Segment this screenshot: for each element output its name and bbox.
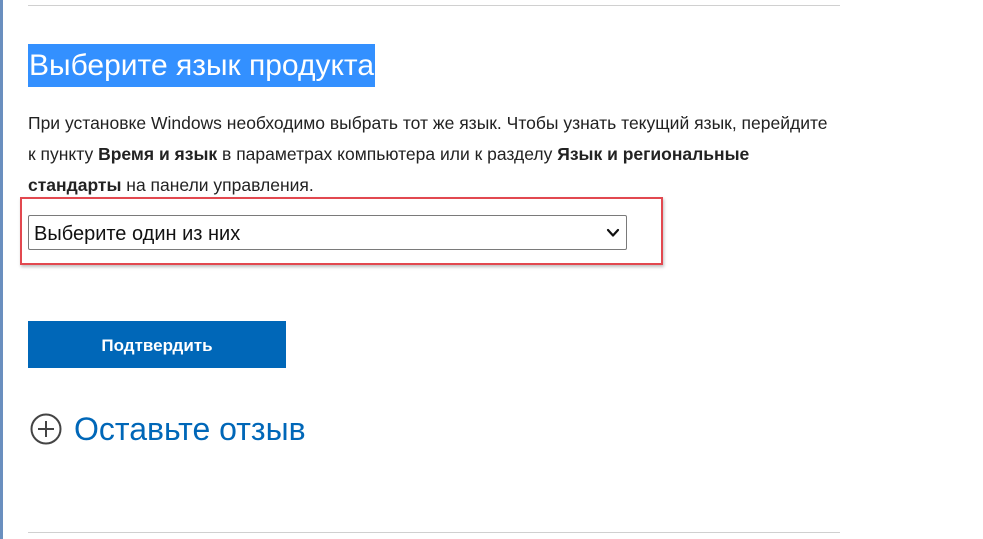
description-bold-time-language: Время и язык	[98, 144, 218, 164]
window-edge	[0, 0, 3, 539]
bottom-divider	[28, 532, 840, 533]
top-divider	[28, 5, 840, 6]
description-part-2: в параметрах компьютера или к разделу	[217, 144, 558, 164]
chevron-down-icon	[606, 228, 620, 237]
feedback-label: Оставьте отзыв	[74, 410, 306, 447]
language-select-value: Выберите один из них	[34, 223, 241, 245]
confirm-button[interactable]: Подтвердить	[28, 321, 286, 368]
page: Выберите язык продукта При установке Win…	[0, 0, 983, 539]
plus-circle-icon	[30, 413, 62, 445]
page-heading: Выберите язык продукта	[28, 44, 375, 87]
description-part-3: на панели управления.	[121, 175, 314, 195]
description-text: При установке Windows необходимо выбрать…	[28, 108, 840, 201]
language-select[interactable]: Выберите один из них	[28, 215, 627, 250]
feedback-link[interactable]: Оставьте отзыв	[30, 407, 306, 451]
